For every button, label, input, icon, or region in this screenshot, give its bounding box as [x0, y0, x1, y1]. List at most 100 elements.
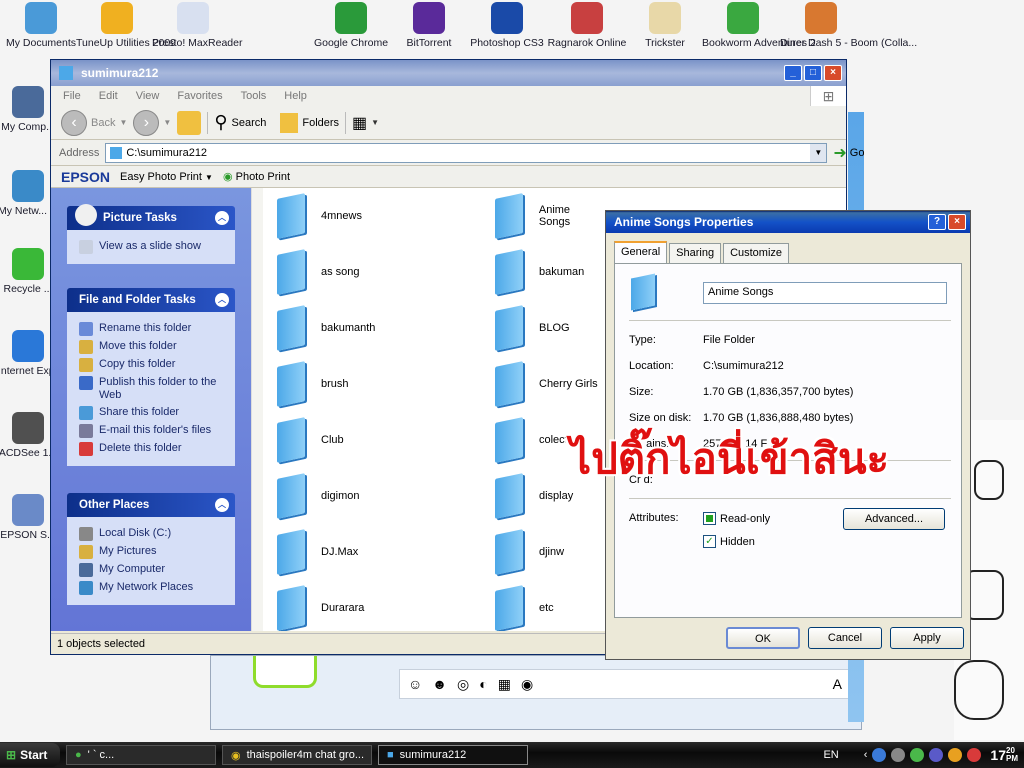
address-field[interactable]: C:\sumimura212 ▼ — [105, 142, 828, 163]
taskbar-item-active[interactable]: ■ sumimura212 — [378, 745, 528, 765]
go-button[interactable]: ➜ Go — [833, 143, 864, 163]
place-local-disk[interactable]: Local Disk (C:) — [79, 527, 235, 541]
update-icon[interactable] — [948, 748, 963, 762]
desktop-icon[interactable]: Ragnarok Online — [546, 2, 628, 49]
speaker-icon[interactable] — [891, 748, 906, 762]
desktop-icon[interactable]: Bookworm Adventures 2 — [702, 2, 816, 49]
email-icon — [79, 424, 93, 438]
task-share[interactable]: Share this folder — [79, 406, 235, 420]
taskbar-item[interactable]: ◉ thaispoiler4m chat gro... — [222, 745, 372, 765]
panel-header[interactable]: Other Places ︿ — [67, 493, 235, 517]
task-publish[interactable]: Publish this folder to the Web — [79, 376, 235, 402]
place-my-computer[interactable]: My Computer — [79, 563, 235, 577]
taskbar-item[interactable]: ● ' ` c... — [66, 745, 216, 765]
folder-item[interactable]: brush — [277, 361, 349, 407]
place-network-places[interactable]: My Network Places — [79, 581, 235, 595]
folder-item[interactable]: djinw — [495, 529, 564, 575]
forward-button[interactable]: › ▼ — [133, 109, 171, 136]
help-button[interactable]: ? — [928, 214, 946, 230]
desktop-icon[interactable]: Presto! MaxReader — [152, 2, 242, 49]
panel-header[interactable]: Picture Tasks ︿ — [67, 204, 235, 230]
desktop-icon[interactable]: Diner Dash 5 - Boom (Colla... — [780, 2, 917, 49]
folder-item[interactable]: as song — [277, 249, 360, 295]
apply-button[interactable]: Apply — [890, 627, 964, 649]
folder-item[interactable]: bakuman — [495, 249, 584, 295]
explorer-titlebar[interactable]: sumimura212 _ □ × — [51, 60, 846, 86]
advanced-button[interactable]: Advanced... — [843, 508, 945, 530]
tray-expand-icon[interactable]: ‹ — [864, 749, 868, 761]
back-button[interactable]: ‹ Back ▼ — [61, 109, 127, 136]
task-move[interactable]: Move this folder — [79, 340, 235, 354]
wink-icon[interactable]: ☻ — [432, 676, 447, 692]
folders-button[interactable]: Folders — [280, 112, 339, 133]
nudge-icon[interactable]: ◎ — [457, 676, 469, 693]
network-icon[interactable] — [929, 748, 944, 762]
menu-favorites[interactable]: Favorites — [177, 90, 222, 102]
folder-item[interactable]: BLOG — [495, 305, 570, 351]
task-rename[interactable]: Rename this folder — [79, 322, 235, 336]
tab-sharing[interactable]: Sharing — [669, 243, 722, 263]
folder-name-input[interactable]: Anime Songs — [703, 282, 947, 304]
task-delete[interactable]: Delete this folder — [79, 442, 235, 456]
hidden-checkbox[interactable]: ✓ Hidden — [703, 535, 755, 548]
collapse-icon[interactable]: ︿ — [215, 498, 229, 512]
ok-button[interactable]: OK — [726, 627, 800, 649]
folder-item[interactable]: Anime Songs — [495, 193, 604, 239]
task-copy[interactable]: Copy this folder — [79, 358, 235, 372]
shield-icon[interactable] — [872, 748, 887, 762]
desktop-icon[interactable]: Photoshop CS3 — [466, 2, 548, 49]
maximize-button[interactable]: □ — [804, 65, 822, 81]
menu-file[interactable]: File — [63, 90, 81, 102]
folder-item[interactable]: Cherry Girls — [495, 361, 598, 407]
other-places-panel: Other Places ︿ Local Disk (C:) My Picture… — [67, 493, 235, 605]
folder-item[interactable]: bakumanth — [277, 305, 375, 351]
desktop-icon[interactable]: BitTorrent — [388, 2, 470, 49]
dialog-titlebar[interactable]: Anime Songs Properties ? × — [606, 211, 970, 233]
views-button[interactable]: ▦ ▼ — [352, 113, 379, 133]
task-email[interactable]: E-mail this folder's files — [79, 424, 235, 438]
desktop-icon[interactable]: Google Chrome — [310, 2, 392, 49]
task-slideshow[interactable]: View as a slide show — [79, 240, 235, 254]
easy-photo-print-button[interactable]: Easy Photo Print ▼ — [120, 171, 213, 183]
desktop-icon[interactable]: TuneUp Utilities 2009 — [76, 2, 176, 49]
menu-view[interactable]: View — [136, 90, 160, 102]
tab-customize[interactable]: Customize — [723, 243, 790, 263]
readonly-checkbox[interactable]: Read-only — [703, 512, 770, 525]
tab-general[interactable]: General — [614, 241, 668, 263]
menu-edit[interactable]: Edit — [99, 90, 118, 102]
cancel-button[interactable]: Cancel — [808, 627, 882, 649]
close-button[interactable]: × — [824, 65, 842, 81]
desktop-icon[interactable]: My Documents — [0, 2, 82, 49]
dialog-close-button[interactable]: × — [948, 214, 966, 230]
search-button[interactable]: ⚲ Search — [214, 112, 266, 133]
font-icon[interactable]: A — [833, 676, 842, 692]
game-icon[interactable]: ◉ — [521, 676, 533, 693]
folder-item[interactable]: Club — [277, 417, 344, 463]
language-indicator[interactable]: EN — [823, 749, 838, 761]
collapse-icon[interactable]: ︿ — [215, 211, 229, 225]
antivirus-icon[interactable] — [967, 748, 982, 762]
messenger-tray-icon[interactable] — [910, 748, 925, 762]
folder-item[interactable]: Durarara — [277, 585, 364, 631]
folder-item[interactable]: digimon — [277, 473, 360, 519]
address-dropdown[interactable]: ▼ — [810, 143, 827, 162]
place-my-pictures[interactable]: My Pictures — [79, 545, 235, 559]
desktop-icon[interactable]: Trickster — [624, 2, 706, 49]
menu-help[interactable]: Help — [284, 90, 307, 102]
folder-item[interactable]: etc — [495, 585, 554, 631]
background-icon[interactable]: ▦ — [498, 676, 511, 693]
panel-header[interactable]: File and Folder Tasks ︿ — [67, 288, 235, 312]
clock[interactable]: 1720 PM — [990, 747, 1018, 764]
folder-item[interactable]: display — [495, 473, 573, 519]
emoticon-icon[interactable]: ☺ — [408, 676, 422, 692]
start-button[interactable]: ⊞ Start — [0, 743, 60, 767]
menu-tools[interactable]: Tools — [241, 90, 267, 102]
local-disk-icon — [79, 527, 93, 541]
minimize-button[interactable]: _ — [784, 65, 802, 81]
collapse-icon[interactable]: ︿ — [215, 293, 229, 307]
photo-print-button[interactable]: ◉ Photo Print — [223, 170, 290, 183]
folder-item[interactable]: 4mnews — [277, 193, 362, 239]
folder-item[interactable]: DJ.Max — [277, 529, 358, 575]
voice-clip-icon[interactable]: ◐ — [479, 676, 487, 692]
up-folder-button[interactable] — [177, 110, 202, 135]
